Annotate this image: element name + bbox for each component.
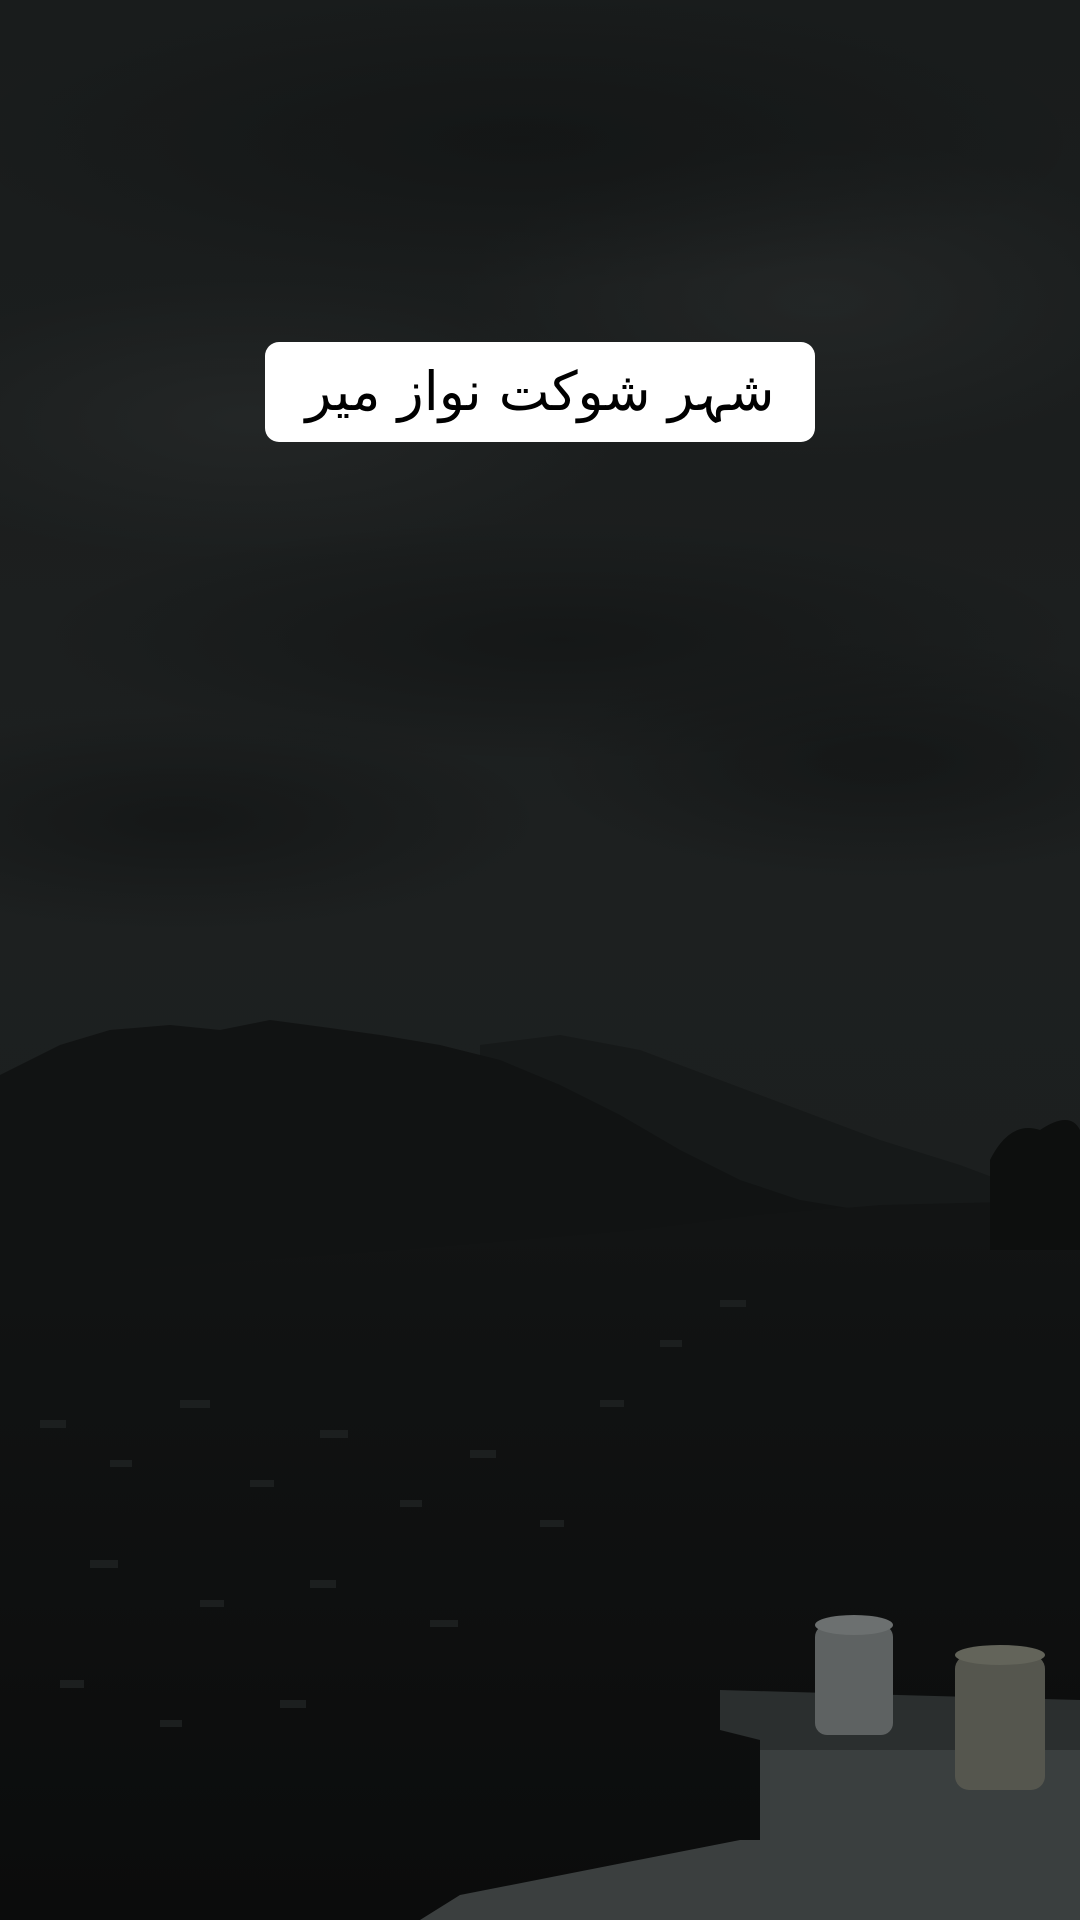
water-tank-top <box>955 1645 1045 1665</box>
water-tank-top <box>815 1615 893 1635</box>
water-tank <box>815 1625 893 1735</box>
water-tank <box>955 1655 1045 1790</box>
video-frame: شہر شوکت نواز میر <box>0 0 1080 1920</box>
caption-box: شہر شوکت نواز میر <box>265 342 815 442</box>
caption-text: شہر شوکت نواز میر <box>305 360 775 423</box>
background-photo <box>0 0 1080 1920</box>
